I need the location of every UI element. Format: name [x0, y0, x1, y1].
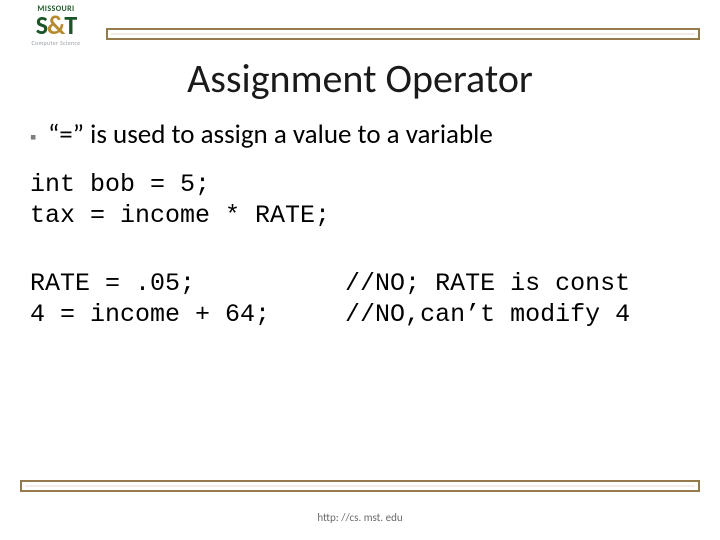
bullet-marker-icon: ▪: [30, 126, 48, 148]
content-area: ▪ “=” is used to assign a value to a var…: [30, 118, 690, 330]
footer-url: http: //cs. mst. edu: [0, 511, 720, 524]
logo-sub-text: Computer Science: [32, 39, 81, 47]
bullet-text: “=” is used to assign a value to a varia…: [48, 118, 493, 151]
slide-title: Assignment Operator: [0, 54, 720, 103]
bottom-divider-fill: [25, 485, 695, 487]
bullet-item: ▪ “=” is used to assign a value to a var…: [30, 118, 690, 151]
logo-amp: &: [47, 9, 64, 41]
code-block-2: RATE = .05; //NO; RATE is const 4 = inco…: [30, 268, 690, 331]
code-block-1: int bob = 5; tax = income * RATE;: [30, 169, 690, 232]
bottom-divider: [20, 480, 700, 492]
logo-mid: S&T: [36, 14, 77, 37]
top-divider: [106, 28, 700, 40]
logo-t: T: [64, 9, 76, 41]
logo-s: S: [36, 9, 47, 41]
top-divider-fill: [111, 33, 695, 35]
slide: MISSOURI S&T Computer Science Assignment…: [0, 0, 720, 540]
